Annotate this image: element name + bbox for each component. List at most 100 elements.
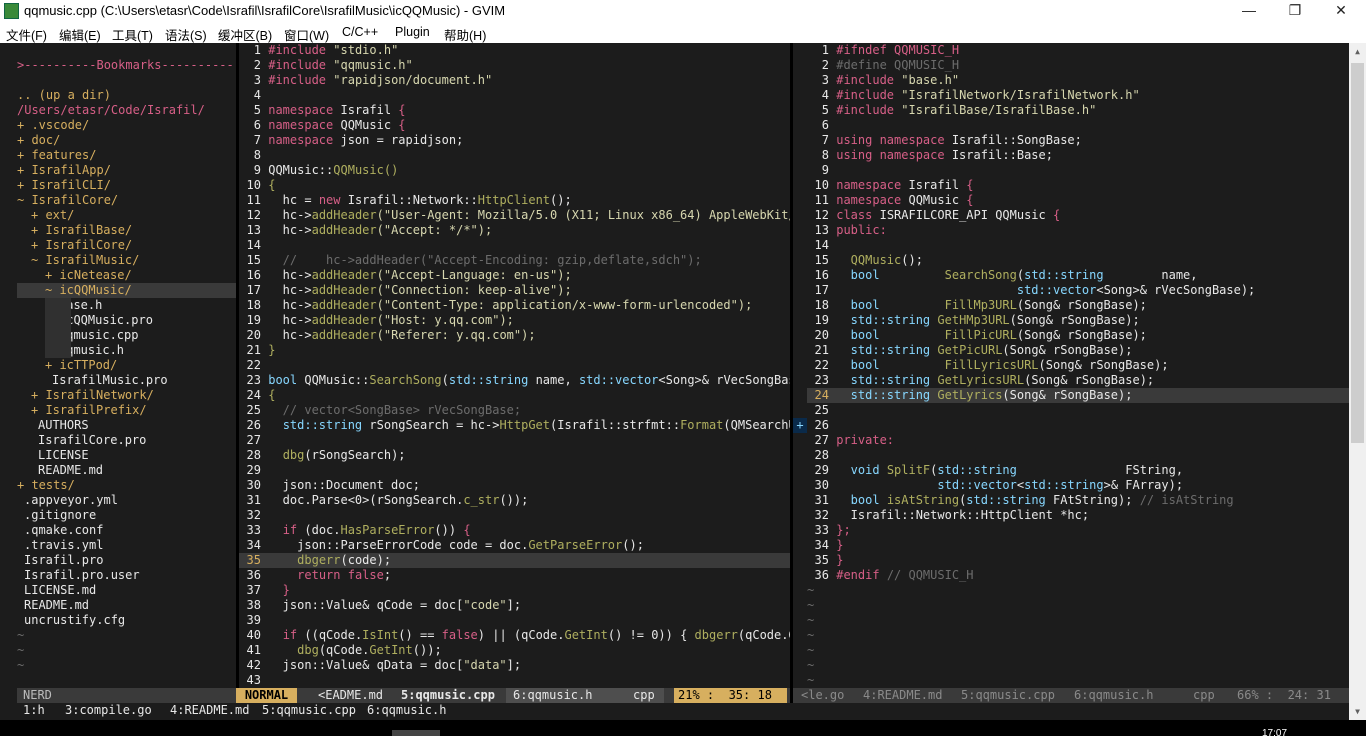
tree-directory[interactable]: + IsrafilApp/: [17, 163, 236, 178]
buffer-tab[interactable]: 3:compile.go: [65, 703, 152, 718]
code-line[interactable]: 5 #include "IsrafilBase/IsrafilBase.h": [807, 103, 1349, 118]
code-line[interactable]: 19 hc->addHeader("Host: y.qq.com");: [239, 313, 790, 328]
vertical-scrollbar[interactable]: ▲ ▼: [1349, 43, 1366, 720]
status-tab[interactable]: 5:qqmusic.cpp: [961, 688, 1055, 703]
tree-directory[interactable]: ~ IsrafilMusic/: [17, 253, 236, 268]
code-line[interactable]: 7 namespace json = rapidjson;: [239, 133, 790, 148]
code-line[interactable]: 21 std::string GetPicURL(Song& rSongBase…: [807, 343, 1349, 358]
buffer-tab[interactable]: 6:qqmusic.h: [367, 703, 446, 718]
code-line[interactable]: 3 #include "rapidjson/document.h": [239, 73, 790, 88]
menu-window[interactable]: 窗口(W): [284, 25, 329, 44]
tree-directory[interactable]: .. (up a dir): [17, 88, 236, 103]
menu-help[interactable]: 帮助(H): [444, 25, 486, 44]
tree-file[interactable]: IsrafilCore.pro: [17, 433, 236, 448]
minimize-button[interactable]: —: [1226, 0, 1272, 23]
code-line[interactable]: 35 dbgerr(code);: [239, 553, 790, 568]
code-line[interactable]: 1 #ifndef QQMUSIC_H: [807, 43, 1349, 58]
code-line[interactable]: 10 {: [239, 178, 790, 193]
code-line[interactable]: 23 bool QQMusic::SearchSong(std::string …: [239, 373, 790, 388]
code-line[interactable]: 40 if ((qCode.IsInt() == false) || (qCod…: [239, 628, 790, 643]
code-line[interactable]: 15 QQMusic();: [807, 253, 1349, 268]
code-line[interactable]: 16 bool SearchSong(std::string name,: [807, 268, 1349, 283]
code-line[interactable]: 21 }: [239, 343, 790, 358]
tree-file[interactable]: Israfil.pro.user: [17, 568, 236, 583]
code-line[interactable]: 31 doc.Parse<0>(rSongSearch.c_str());: [239, 493, 790, 508]
menu-tools[interactable]: 工具(T): [112, 25, 153, 44]
code-line[interactable]: 32: [239, 508, 790, 523]
tree-file[interactable]: IsrafilMusic.pro: [17, 373, 236, 388]
tree-file[interactable]: >----------Bookmarks----------: [17, 58, 236, 73]
code-line[interactable]: 5 namespace Israfil {: [239, 103, 790, 118]
code-line[interactable]: 29 void SplitF(std::string FString,: [807, 463, 1349, 478]
code-line[interactable]: 25: [807, 403, 1349, 418]
tree-directory[interactable]: + tests/: [17, 478, 236, 493]
menu-buffers[interactable]: 缓冲区(B): [218, 25, 272, 44]
code-line[interactable]: 16 hc->addHeader("Accept-Language: en-us…: [239, 268, 790, 283]
menu-plugin[interactable]: Plugin: [395, 25, 430, 39]
status-tab[interactable]: <EADME.md: [318, 688, 383, 703]
code-line[interactable]: 36 #endif // QQMUSIC_H: [807, 568, 1349, 583]
code-line[interactable]: 32 Israfil::Network::HttpClient *hc;: [807, 508, 1349, 523]
tree-file[interactable]: .gitignore: [17, 508, 236, 523]
status-tab[interactable]: 6:qqmusic.h: [1074, 688, 1153, 703]
code-line[interactable]: 6: [807, 118, 1349, 133]
code-line[interactable]: 24 std::string GetLyrics(Song& rSongBase…: [807, 388, 1349, 403]
code-line[interactable]: 11 namespace QQMusic {: [807, 193, 1349, 208]
code-line[interactable]: 41 dbg(qCode.GetInt());: [239, 643, 790, 658]
tree-file[interactable]: README.md: [17, 598, 236, 613]
code-line[interactable]: 22 bool FillLyricsURL(Song& rSongBase);: [807, 358, 1349, 373]
code-line[interactable]: 15 // hc->addHeader("Accept-Encoding: gz…: [239, 253, 790, 268]
menu-file[interactable]: 文件(F): [6, 25, 47, 44]
buffer-tab[interactable]: 1:h: [23, 703, 45, 718]
code-line[interactable]: 35 }: [807, 553, 1349, 568]
status-tab[interactable]: 4:README.md: [863, 688, 942, 703]
code-line[interactable]: 43: [239, 673, 790, 688]
menu-syntax[interactable]: 语法(S): [165, 25, 207, 44]
code-line[interactable]: 31 bool isAtString(std::string FAtString…: [807, 493, 1349, 508]
code-line[interactable]: 4 #include "IsrafilNetwork/IsrafilNetwor…: [807, 88, 1349, 103]
buffer-tab[interactable]: 4:README.md: [170, 703, 249, 718]
code-line[interactable]: 27 private:: [807, 433, 1349, 448]
code-line[interactable]: 34 json::ParseErrorCode code = doc.GetPa…: [239, 538, 790, 553]
tree-directory[interactable]: + IsrafilBase/: [17, 223, 236, 238]
tree-file[interactable]: .appveyor.yml: [17, 493, 236, 508]
code-line[interactable]: 20 hc->addHeader("Referer: y.qq.com");: [239, 328, 790, 343]
cpp-source-pane[interactable]: 1 #include "stdio.h" 2 #include "qqmusic.…: [239, 43, 790, 688]
menu-edit[interactable]: 编辑(E): [59, 25, 101, 44]
tree-directory[interactable]: + IsrafilCore/: [17, 238, 236, 253]
nerdtree-pane[interactable]: >----------Bookmarks---------- .. (up a d…: [17, 43, 236, 688]
maximize-button[interactable]: ❐: [1272, 0, 1318, 23]
header-source-pane[interactable]: 1 #ifndef QQMUSIC_H 2 #define QQMUSIC_H 3 …: [807, 43, 1349, 688]
status-tab-active[interactable]: 5:qqmusic.cpp: [401, 688, 495, 703]
code-line[interactable]: 34 }: [807, 538, 1349, 553]
tree-directory[interactable]: + IsrafilCLI/: [17, 178, 236, 193]
tree-directory[interactable]: + IsrafilPrefix/: [17, 403, 236, 418]
code-line[interactable]: 29: [239, 463, 790, 478]
code-line[interactable]: 1 #include "stdio.h": [239, 43, 790, 58]
tree-directory[interactable]: + icTTPod/: [17, 358, 236, 373]
tree-directory[interactable]: + .vscode/: [17, 118, 236, 133]
code-line[interactable]: 8 using namespace Israfil::Base;: [807, 148, 1349, 163]
tree-directory[interactable]: /Users/etasr/Code/Israfil/: [17, 103, 236, 118]
status-tab[interactable]: 6:qqmusic.h: [513, 688, 592, 703]
code-line[interactable]: 2 #include "qqmusic.h": [239, 58, 790, 73]
tree-file[interactable]: LICENSE.md: [17, 583, 236, 598]
scrollbar-thumb[interactable]: [1351, 63, 1364, 443]
tree-directory[interactable]: + features/: [17, 148, 236, 163]
code-line[interactable]: 2 #define QQMUSIC_H: [807, 58, 1349, 73]
code-line[interactable]: 27: [239, 433, 790, 448]
code-line[interactable]: 3 #include "base.h": [807, 73, 1349, 88]
tree-directory[interactable]: + ext/: [17, 208, 236, 223]
code-line[interactable]: 28: [807, 448, 1349, 463]
code-line[interactable]: 42 json::Value& qData = doc["data"];: [239, 658, 790, 673]
tree-directory[interactable]: + doc/: [17, 133, 236, 148]
code-line[interactable]: 9: [807, 163, 1349, 178]
code-line[interactable]: 14: [239, 238, 790, 253]
code-line[interactable]: 28 dbg(rSongSearch);: [239, 448, 790, 463]
scroll-down-icon[interactable]: ▼: [1349, 703, 1366, 720]
code-line[interactable]: 13 public:: [807, 223, 1349, 238]
code-line[interactable]: 12 class ISRAFILCORE_API QQMusic {: [807, 208, 1349, 223]
code-line[interactable]: 7 using namespace Israfil::SongBase;: [807, 133, 1349, 148]
tree-directory[interactable]: ~ IsrafilCore/: [17, 193, 236, 208]
tree-file[interactable]: Israfil.pro: [17, 553, 236, 568]
